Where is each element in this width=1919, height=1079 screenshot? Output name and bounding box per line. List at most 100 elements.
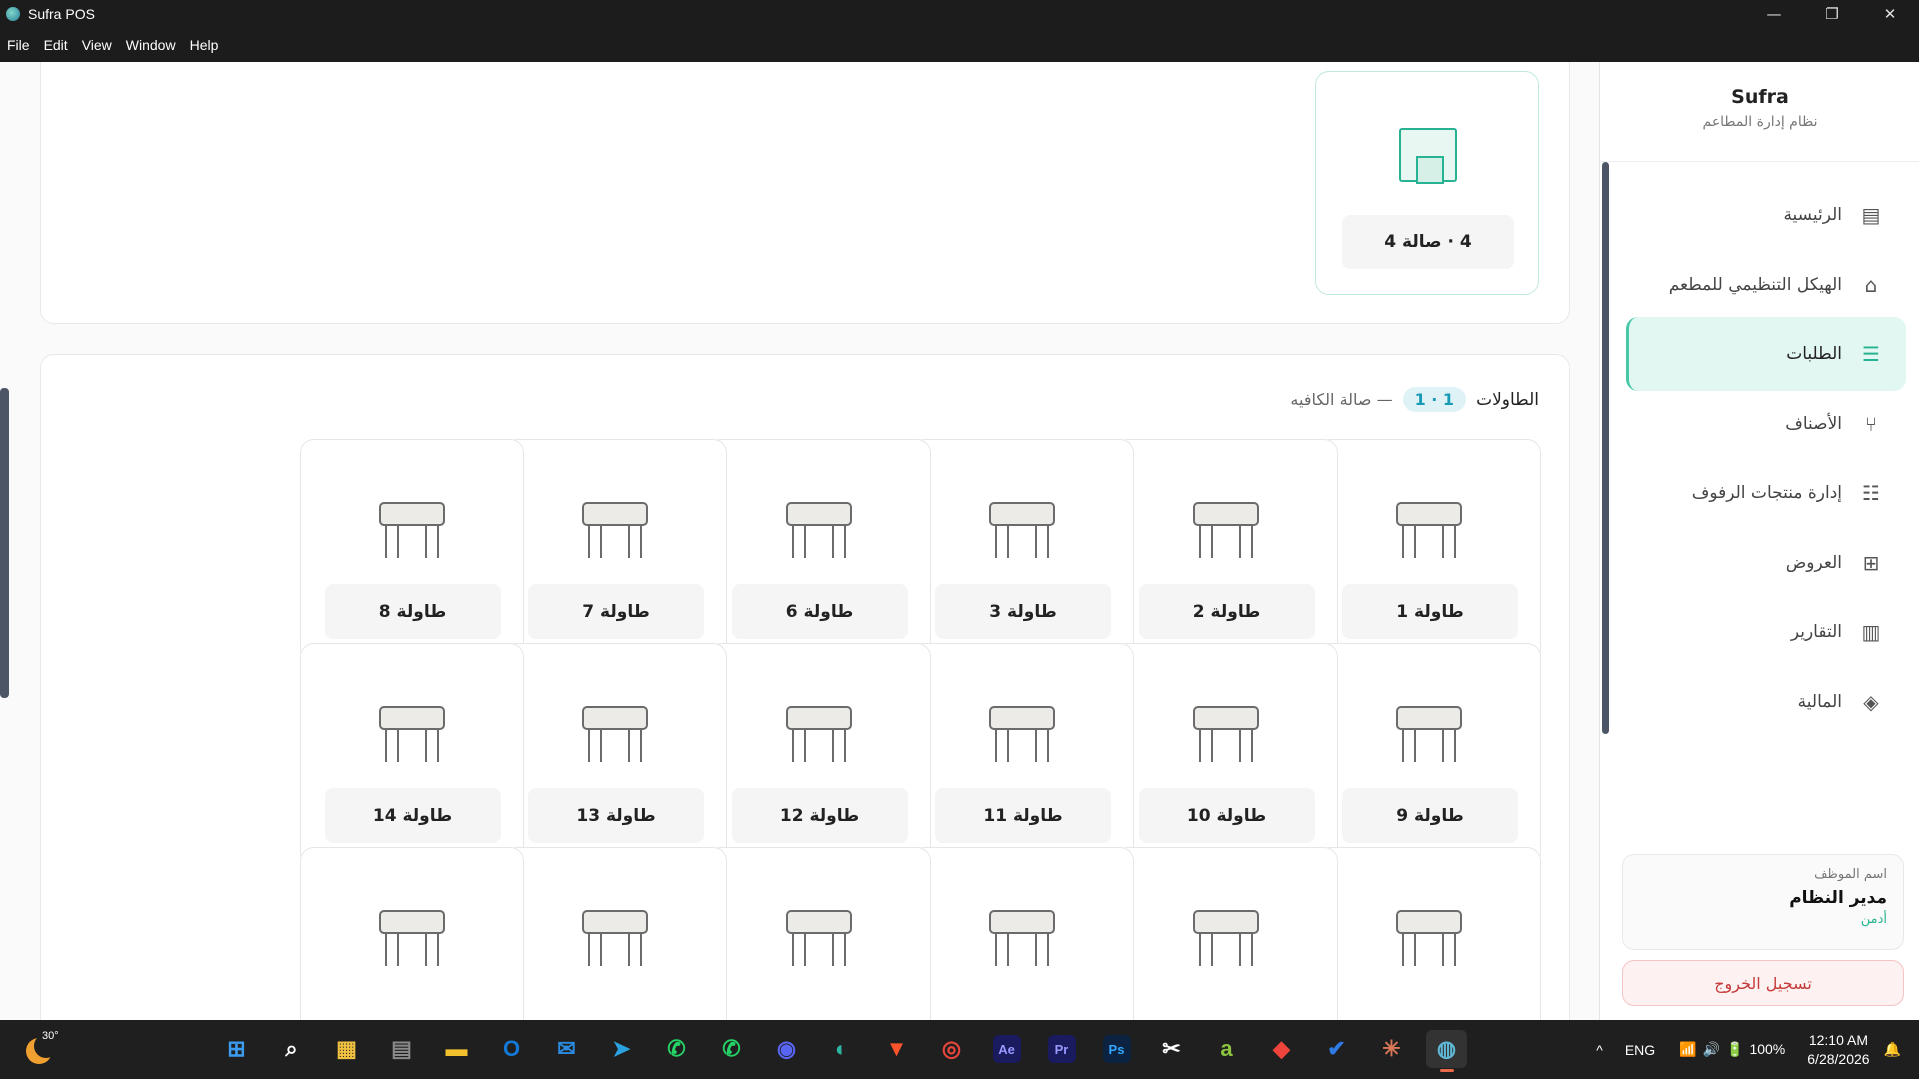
hall-card[interactable]: 4 · صالة 4 [1315, 71, 1539, 295]
table-card[interactable] [1317, 847, 1541, 1020]
todo-icon[interactable]: ✔ [1316, 1030, 1357, 1068]
table-label: طاولة 12 [731, 788, 908, 843]
app-green-icon[interactable]: a [1206, 1030, 1247, 1068]
table-top [1192, 502, 1259, 526]
sidebar-item-layers[interactable]: المالية ◈ [1626, 665, 1906, 739]
clock[interactable]: 12:10 AM 6/28/2026 [1807, 1031, 1869, 1069]
anydesk-icon[interactable]: ◆ [1261, 1030, 1302, 1068]
chrome-icon[interactable]: ◎ [931, 1030, 972, 1068]
maximize-button[interactable]: ❐ [1803, 0, 1861, 28]
table-card[interactable]: طاولة 11 [910, 643, 1134, 867]
language-indicator[interactable]: ENG [1625, 1042, 1655, 1058]
gift-icon: ⊞ [1862, 550, 1880, 575]
sidebar-scrollbar[interactable] [1602, 162, 1609, 734]
mail-icon[interactable]: ✉ [546, 1030, 587, 1068]
sidebar-item-clipboard[interactable]: الطلبات ☰ [1626, 317, 1906, 391]
sidebar-item-receipt[interactable]: الرئيسية ▤ [1626, 178, 1906, 252]
table-top [1396, 502, 1462, 526]
sidebar: Sufra نظام إدارة المطاعم الرئيسية ▤ الهيكل… [1599, 62, 1919, 1020]
menu-help[interactable]: Help [190, 37, 219, 53]
discord-icon[interactable]: ◉ [766, 1030, 807, 1068]
sidebar-item-sofa[interactable]: الهيكل التنظيمي للمطعم ⌂ [1626, 248, 1906, 322]
whatsapp-business-icon[interactable]: ✆ [711, 1030, 752, 1068]
table-card[interactable] [910, 847, 1134, 1020]
sidebar-item-label: الهيكل التنظيمي للمطعم [1668, 274, 1842, 295]
table-card[interactable] [503, 847, 727, 1020]
capcut-glyph: ✂ [1162, 1036, 1181, 1061]
tray-overflow-icon[interactable]: ^ [1596, 1042, 1603, 1058]
table-card[interactable]: طاولة 10 [1113, 643, 1338, 867]
telegram-icon[interactable]: ➤ [601, 1030, 642, 1068]
notification-bell-icon[interactable]: 🔔 [1884, 1041, 1901, 1058]
sidebar-item-label: التقارير [1790, 622, 1842, 642]
table-leg [1047, 524, 1049, 558]
capcut-icon[interactable]: ✂ [1151, 1030, 1192, 1068]
app-area: 4 · صالة 4 الطاولات 1 · 1 — صالة الكافيه… [0, 62, 1919, 1020]
premiere-icon[interactable]: Pr [1041, 1030, 1082, 1068]
menu-window[interactable]: Window [126, 37, 176, 53]
sidebar-item-bar-chart[interactable]: التقارير ▥ [1626, 595, 1906, 669]
table-leg [628, 932, 630, 966]
menu-view[interactable]: View [82, 37, 112, 53]
weather-temp: 30° [42, 1030, 59, 1042]
table-leg [791, 524, 794, 558]
table-leg [1402, 728, 1404, 762]
logout-button[interactable]: تسجيل الخروج [1622, 960, 1904, 1006]
table-leg [843, 932, 846, 966]
table-card[interactable]: طاولة 6 [706, 439, 931, 663]
table-icon [378, 706, 447, 764]
table-card[interactable]: طاولة 2 [1113, 439, 1338, 663]
calculator-icon[interactable]: ▤ [381, 1030, 422, 1068]
table-card[interactable]: طاولة 13 [503, 643, 727, 867]
windows-start-icon[interactable]: ⊞ [216, 1030, 257, 1068]
table-icon [1192, 502, 1261, 560]
menu-edit[interactable]: Edit [44, 37, 68, 53]
brave-glyph: ▼ [885, 1036, 908, 1061]
claude-icon[interactable]: ✳ [1371, 1030, 1412, 1068]
table-icon [1396, 502, 1464, 560]
sufra-pos-icon[interactable]: ◍ [1426, 1030, 1467, 1072]
menu-file[interactable]: File [7, 37, 30, 53]
store-icon[interactable]: ▦ [326, 1030, 367, 1068]
wifi-volume-battery-icon[interactable]: 📶🔊🔋100% [1679, 1041, 1785, 1058]
sidebar-item-gift[interactable]: العروض ⊞ [1626, 526, 1906, 600]
telegram-glyph: ➤ [612, 1036, 631, 1061]
weather-widget[interactable]: 30° [24, 1030, 59, 1064]
table-card[interactable]: طاولة 12 [706, 643, 931, 867]
table-leg [1442, 932, 1444, 966]
table-leg [436, 728, 439, 762]
photoshop-glyph: Ps [1102, 1035, 1131, 1063]
table-card[interactable] [706, 847, 931, 1020]
whatsapp-icon[interactable]: ✆ [656, 1030, 697, 1068]
search-icon[interactable]: ⌕ [271, 1030, 312, 1068]
sidebar-item-utensils[interactable]: الأصناف ⑂ [1626, 387, 1906, 461]
sidebar-item-shelves[interactable]: إدارة منتجات الرفوف ☷ [1626, 456, 1906, 530]
table-card[interactable]: طاولة 14 [299, 643, 524, 867]
brave-icon[interactable]: ▼ [876, 1030, 917, 1068]
table-leg [1442, 524, 1444, 558]
after-effects-icon[interactable]: Ae [986, 1030, 1027, 1068]
table-card[interactable] [1113, 847, 1338, 1020]
outlook-icon[interactable]: O [491, 1030, 532, 1068]
sidebar-item-label: العروض [1785, 552, 1842, 573]
table-card[interactable]: طاولة 3 [910, 439, 1134, 663]
table-leg [803, 728, 806, 762]
file-explorer-icon[interactable]: ▬ [436, 1030, 477, 1068]
minimize-button[interactable]: — [1745, 0, 1803, 28]
table-card[interactable]: طاولة 8 [299, 439, 524, 663]
table-card[interactable]: طاولة 7 [503, 439, 727, 663]
sofa-icon: ⌂ [1864, 272, 1878, 297]
sidebar-item-label: المالية [1797, 691, 1842, 712]
photoshop-icon[interactable]: Ps [1096, 1030, 1137, 1068]
table-top [378, 502, 445, 526]
table-card[interactable]: طاولة 1 [1317, 439, 1541, 663]
premiere-glyph: Pr [1047, 1035, 1076, 1063]
table-card[interactable]: طاولة 9 [1317, 643, 1541, 867]
table-card[interactable] [299, 847, 524, 1020]
edge-icon[interactable]: ◐ [821, 1030, 862, 1068]
table-leg [1250, 932, 1253, 966]
close-button[interactable]: ✕ [1861, 0, 1919, 28]
receipt-icon: ▤ [1861, 203, 1881, 227]
clipboard-icon: ☰ [1862, 342, 1880, 366]
table-label: طاولة 10 [1138, 788, 1315, 843]
